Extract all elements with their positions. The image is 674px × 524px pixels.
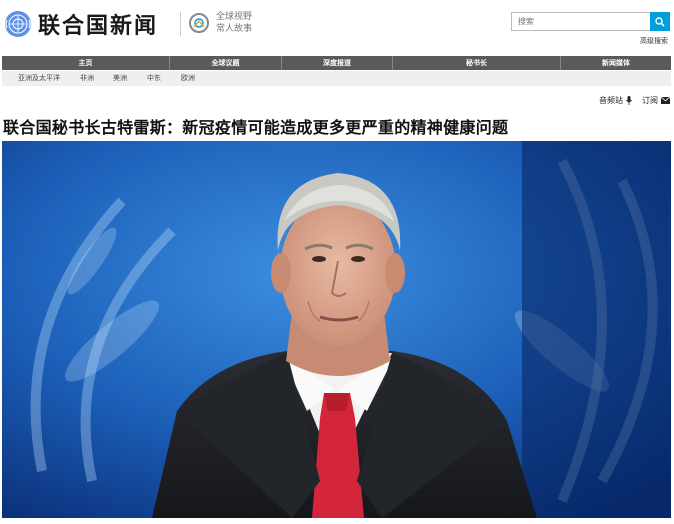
- hero-photo: [2, 141, 671, 518]
- globe-people-icon: [189, 13, 209, 33]
- nav-item-media[interactable]: 新闻媒体: [561, 56, 671, 70]
- nav-item-home[interactable]: 主页: [2, 56, 170, 70]
- audio-link[interactable]: 音频站: [599, 95, 632, 106]
- hero-image[interactable]: [2, 141, 671, 518]
- envelope-icon: [661, 97, 670, 104]
- tagline-line-1: 全球视野: [216, 12, 253, 22]
- microphone-icon: [626, 96, 632, 105]
- nav-item-global-issues[interactable]: 全球议题: [170, 56, 282, 70]
- un-emblem-icon[interactable]: [4, 10, 32, 38]
- utility-links: 音频站 订阅: [599, 95, 670, 106]
- tagline: 全球视野 常人故事: [216, 11, 252, 35]
- region-europe[interactable]: 欧洲: [181, 71, 195, 86]
- nav-item-in-depth[interactable]: 深度报道: [282, 56, 393, 70]
- region-africa[interactable]: 非洲: [80, 71, 94, 86]
- article-headline: 联合国秘书长古特雷斯：新冠疫情可能造成更多更严重的精神健康问题: [3, 118, 509, 137]
- search-button[interactable]: [650, 12, 670, 31]
- search-input[interactable]: [511, 12, 650, 31]
- region-middle-east[interactable]: 中东: [147, 71, 161, 86]
- region-nav: 亚洲及太平洋 非洲 美洲 中东 欧洲: [2, 71, 671, 86]
- search-icon: [655, 16, 665, 27]
- region-asia-pacific[interactable]: 亚洲及太平洋: [18, 71, 60, 86]
- tagline-line-2: 常人故事: [216, 24, 253, 34]
- site-header: 联合国新闻 全球视野 常人故事 高级搜索: [0, 0, 674, 52]
- region-americas[interactable]: 美洲: [113, 71, 127, 86]
- subscribe-label: 订阅: [642, 96, 658, 105]
- advanced-search-link[interactable]: 高级搜索: [640, 36, 668, 46]
- subscribe-link[interactable]: 订阅: [642, 95, 670, 106]
- audio-label: 音频站: [599, 96, 623, 105]
- header-divider: [180, 12, 181, 36]
- main-nav: 主页 全球议题 深度报道 秘书长 新闻媒体: [2, 56, 671, 70]
- site-title[interactable]: 联合国新闻: [38, 8, 158, 40]
- nav-item-secretary-general[interactable]: 秘书长: [393, 56, 561, 70]
